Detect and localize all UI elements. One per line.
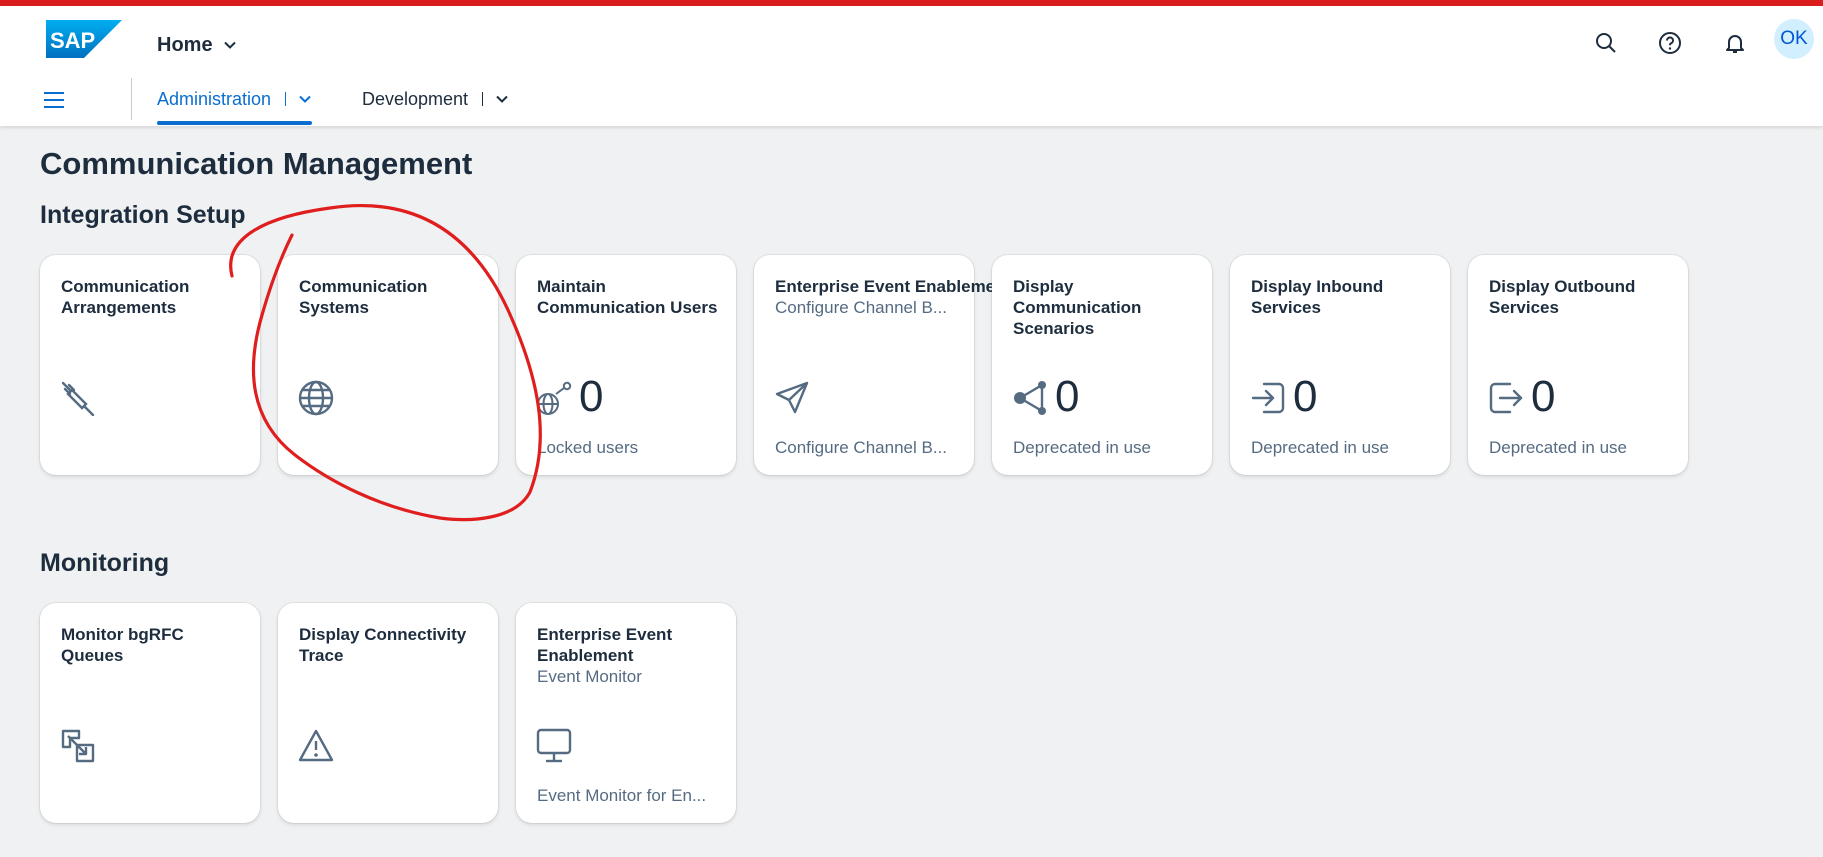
tab-label: Administration	[157, 88, 272, 109]
sap-logo[interactable]: SAP	[46, 20, 122, 58]
section-title-monitoring: Monitoring	[40, 549, 170, 577]
chevron-down-icon[interactable]	[495, 92, 509, 106]
tile-kpi-number: 0	[1055, 372, 1080, 421]
inbound-arrow-icon	[1251, 382, 1285, 414]
tile-subtitle: Configure Channel B...	[775, 298, 947, 317]
tile-footer: Deprecated in use	[1251, 438, 1389, 457]
plug-icon	[61, 381, 95, 416]
tile-title: Display Inbound Services	[1251, 277, 1384, 317]
search-icon	[1596, 33, 1616, 53]
globe-icon	[298, 380, 334, 416]
tab-development[interactable]: Development	[362, 74, 509, 124]
tile-footer: Deprecated in use	[1489, 438, 1627, 457]
tile-footer: Event Monitor for En...	[537, 786, 707, 805]
tile-title: Display Connectivity Trace	[299, 625, 467, 665]
user-avatar[interactable]: OK	[1774, 19, 1814, 59]
tile-monitor-bgrfc-queues[interactable]: Monitor bgRFC Queues	[40, 603, 260, 823]
tile-enterprise-event-enablement-monitor[interactable]: Enterprise Event Enablement Event Monito…	[516, 603, 736, 823]
tile-title: Monitor bgRFC Queues	[61, 625, 184, 665]
queue-transfer-icon	[61, 729, 95, 763]
warning-icon	[298, 729, 334, 762]
tile-title: Communication Systems	[299, 277, 428, 317]
tab-label: Development	[362, 88, 469, 109]
tile-display-connectivity-trace[interactable]: Display Connectivity Trace	[278, 603, 498, 823]
side-menu-button[interactable]	[40, 86, 68, 114]
share-icon	[1014, 381, 1046, 415]
tile-kpi-number: 0	[1293, 372, 1318, 421]
tile-footer: Configure Channel B...	[775, 438, 947, 457]
help-icon	[1659, 32, 1681, 54]
shell-bar: SAP Home OK Administration Development	[0, 6, 1823, 126]
search-button[interactable]	[1586, 23, 1626, 63]
notifications-button[interactable]	[1715, 23, 1755, 63]
tab-divider	[482, 92, 484, 106]
chevron-down-icon[interactable]	[298, 92, 312, 106]
tile-maintain-communication-users[interactable]: Maintain Communication Users 0 Locked us…	[516, 255, 736, 475]
help-button[interactable]	[1650, 23, 1690, 63]
page-title: Communication Management	[40, 146, 473, 181]
tile-footer: Locked users	[537, 438, 639, 457]
globe-key-icon	[537, 381, 572, 415]
svg-text:SAP: SAP	[50, 28, 95, 53]
tile-title: Maintain Communication Users	[537, 277, 718, 317]
tile-title: Enterprise Event Enablement	[537, 625, 673, 665]
tile-communication-systems[interactable]: Communication Systems	[278, 255, 498, 475]
chevron-down-icon	[223, 41, 236, 49]
tile-title: Display Outbound Services	[1489, 277, 1636, 317]
tile-display-outbound-services[interactable]: Display Outbound Services 0 Deprecated i…	[1468, 255, 1688, 475]
hamburger-menu-icon	[44, 92, 64, 108]
tile-kpi-number: 0	[1531, 372, 1556, 421]
notification-bell-icon	[1726, 35, 1744, 53]
section-title-integration-setup: Integration Setup	[40, 201, 246, 229]
monitor-icon	[536, 728, 572, 763]
tile-display-inbound-services[interactable]: Display Inbound Services 0 Deprecated in…	[1230, 255, 1450, 475]
tab-administration[interactable]: Administration	[157, 74, 313, 125]
tile-title: Display Communication Scenarios	[1013, 277, 1142, 338]
home-label: Home	[157, 33, 213, 56]
tile-kpi-number: 0	[579, 372, 604, 421]
outbound-arrow-icon	[1489, 382, 1523, 414]
paper-plane-icon	[775, 381, 809, 414]
home-menu-button[interactable]: Home	[157, 28, 237, 62]
tile-title: Communication Arrangements	[61, 277, 190, 317]
tile-subtitle: Event Monitor	[537, 667, 642, 686]
nav-separator	[131, 78, 132, 120]
tile-footer: Deprecated in use	[1013, 438, 1151, 457]
tile-communication-arrangements[interactable]: Communication Arrangements	[40, 255, 260, 475]
tile-enterprise-event-enablement-configure[interactable]: Enterprise Event Enablement Configure Ch…	[754, 255, 1012, 475]
tile-display-communication-scenarios[interactable]: Display Communication Scenarios 0 Deprec…	[992, 255, 1212, 475]
tab-divider	[285, 92, 287, 106]
tile-title: Enterprise Event Enablement	[775, 277, 1012, 296]
